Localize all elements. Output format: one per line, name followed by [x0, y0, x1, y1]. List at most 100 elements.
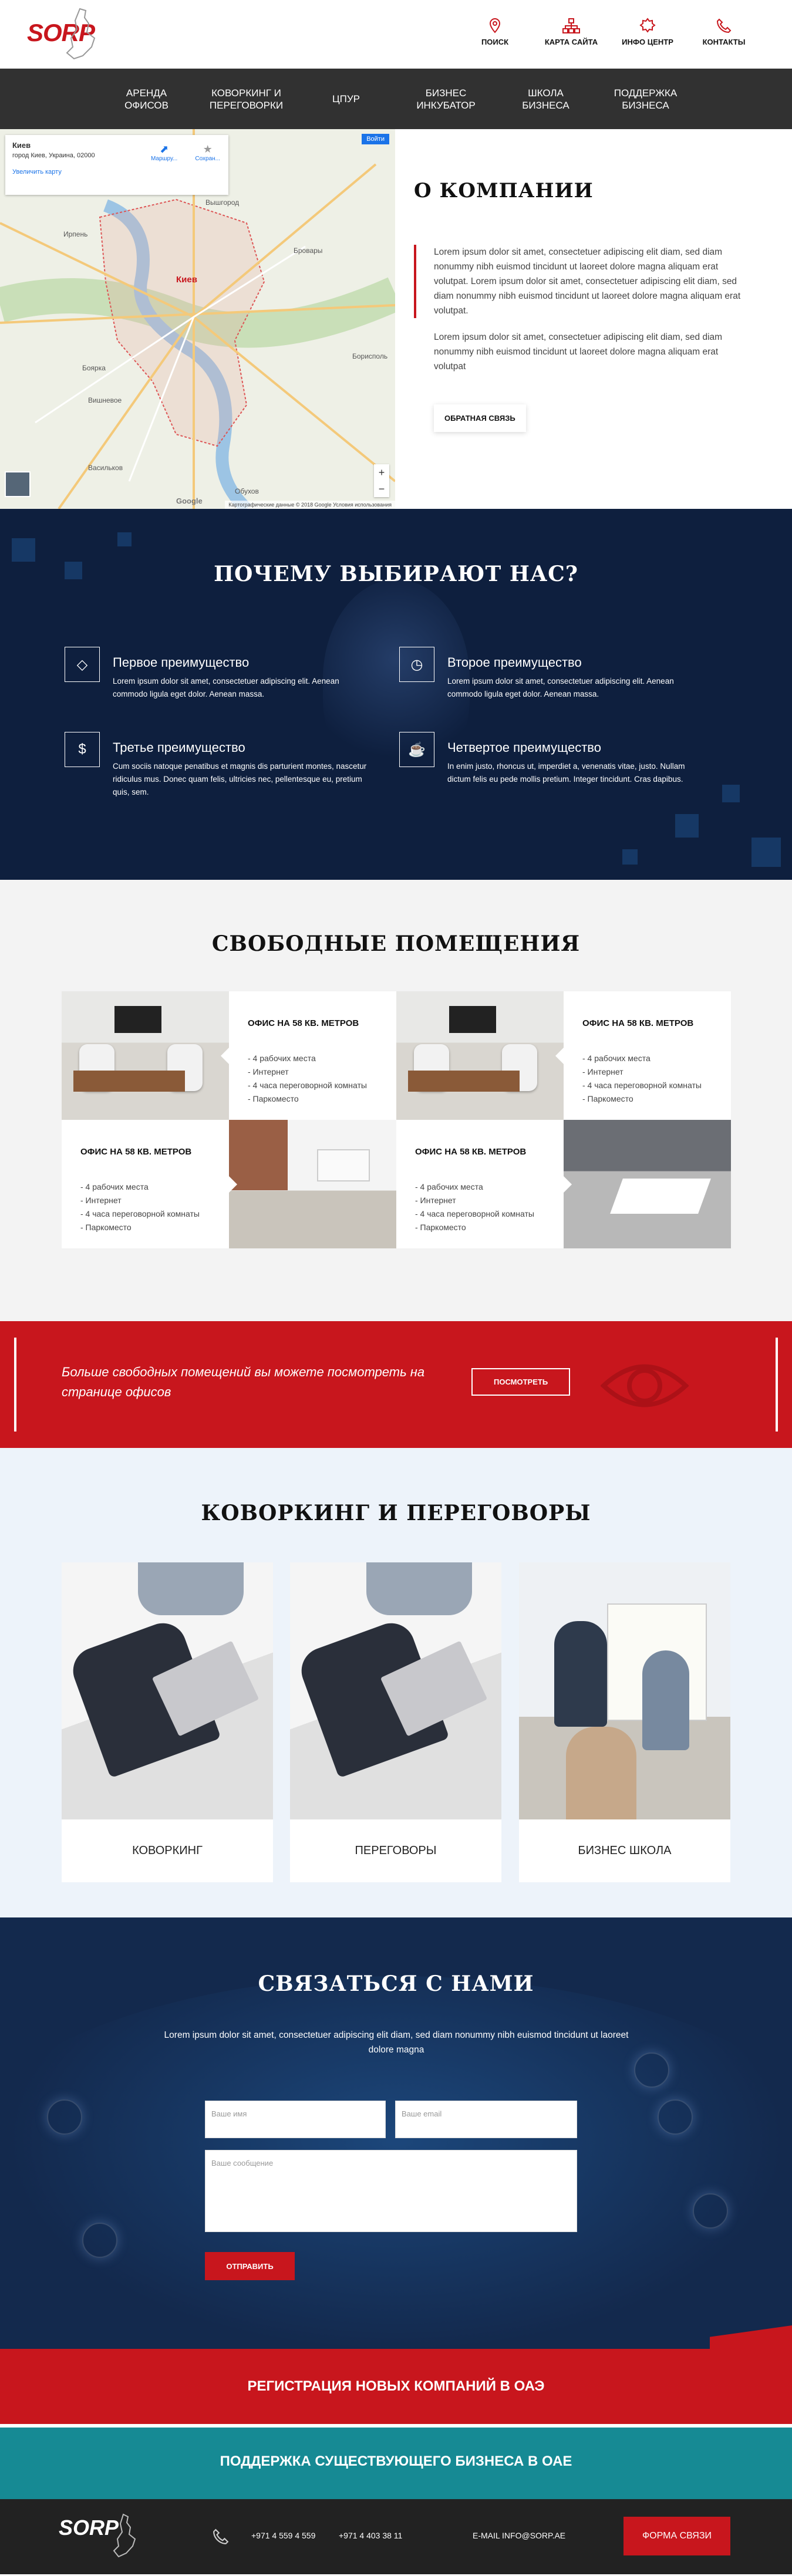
uae-business-support-band[interactable]: ПОДДЕРЖКА СУЩЕСТВУЮЩЕГО БИЗНЕСА В ОАЕ: [0, 2424, 792, 2499]
footer-email[interactable]: E-MAIL INFO@SORP.AE: [473, 2531, 565, 2540]
feature: - 4 часа переговорной комнаты: [80, 1209, 200, 1218]
negotiations-card-label: ПЕРЕГОВОРЫ: [355, 1844, 437, 1857]
desk-shape: [73, 1071, 185, 1092]
feature: - 4 часа переговорной комнаты: [582, 1081, 702, 1090]
map-town-label: Васильков: [88, 464, 123, 472]
site-header: SORP ПОИСК КАРТА САЙТА ИНФО ЦЕНТР КОНТАК…: [0, 0, 792, 69]
map-zoom-control[interactable]: + −: [374, 464, 389, 497]
google-map[interactable]: Киев город Киев, Украина, 02000 Увеличит…: [0, 129, 395, 509]
decor-square: [751, 838, 781, 867]
footer-logo[interactable]: SORP: [59, 2516, 119, 2540]
view-offices-button[interactable]: ПОСМОТРЕТЬ: [471, 1368, 571, 1396]
nav-info-label: ИНФО ЦЕНТР: [622, 38, 673, 46]
feature: - 4 часа переговорной комнаты: [415, 1209, 534, 1218]
map-place-address: город Киев, Украина, 02000: [12, 152, 95, 159]
nav-contacts[interactable]: КОНТАКТЫ: [697, 16, 751, 46]
map-satellite-toggle[interactable]: [5, 471, 31, 497]
person-shape: [642, 1650, 689, 1750]
nav-search-label: ПОИСК: [481, 38, 509, 46]
footer-phone-2[interactable]: +971 4 403 38 11: [339, 2531, 402, 2540]
name-input[interactable]: Ваше имя: [205, 2101, 386, 2138]
zoom-out-icon[interactable]: −: [374, 481, 389, 497]
feature: - Интернет: [248, 1067, 289, 1076]
office-photo[interactable]: [396, 991, 564, 1120]
feature: - 4 рабочих места: [248, 1054, 316, 1063]
office-card[interactable]: ОФИС НА 58 КВ. МЕТРОВ - 4 рабочих места …: [396, 1120, 564, 1248]
glow-dot: [658, 2099, 693, 2135]
map-signin-button[interactable]: Войти: [362, 134, 389, 144]
office-photo[interactable]: [564, 1120, 731, 1248]
coworking-photo: [62, 1562, 273, 1819]
site-logo[interactable]: SORP: [27, 6, 106, 62]
menu-item-office-rent[interactable]: АРЕНДА ОФИСОВ: [97, 69, 197, 129]
map-town-label: Бровары: [294, 247, 323, 255]
business-school-photo: [519, 1562, 730, 1819]
about-quote: Lorem ipsum dolor sit amet, consectetuer…: [414, 245, 743, 318]
office-features: - 4 рабочих места - Интернет - 4 часа пе…: [582, 1052, 731, 1106]
menu-item-cpur[interactable]: ЦПУР: [296, 69, 396, 129]
feature: - Паркоместо: [415, 1223, 466, 1232]
advantage-item: ◷ Второе преимущество Lorem ipsum dolor s…: [399, 647, 705, 701]
menu-item-business-incubator[interactable]: БИЗНЕС ИНКУБАТОР: [396, 69, 496, 129]
banner-divider: [14, 1338, 16, 1432]
about-paragraph: Lorem ipsum dolor sit amet, consectetuer…: [434, 332, 723, 372]
google-logo: Google: [176, 497, 203, 505]
nav-sitemap[interactable]: КАРТА САЙТА: [544, 16, 598, 46]
coffee-cup-icon: ☕: [399, 732, 434, 767]
footer-phone-1[interactable]: +971 4 559 4 559: [251, 2531, 315, 2540]
location-pin-icon: [484, 16, 505, 35]
decor-square: [675, 814, 699, 838]
message-textarea[interactable]: Ваше сообщение: [205, 2150, 577, 2232]
negotiations-card[interactable]: ПЕРЕГОВОРЫ: [290, 1562, 501, 1882]
whiteboard-shape: [317, 1149, 370, 1181]
coworking-card[interactable]: КОВОРКИНГ: [62, 1562, 273, 1882]
nav-contacts-label: КОНТАКТЫ: [702, 38, 746, 46]
feature: - 4 рабочих места: [582, 1054, 651, 1063]
map-save-button[interactable]: ★ Сохран...: [195, 143, 220, 162]
advantage-title: Четвертое преимущество: [447, 740, 601, 755]
office-features: - 4 рабочих места - Интернет - 4 часа пе…: [80, 1180, 229, 1234]
map-enlarge-link[interactable]: Увеличить карту: [12, 168, 221, 175]
office-card[interactable]: ОФИС НА 58 КВ. МЕТРОВ - 4 рабочих места …: [62, 1120, 229, 1248]
email-input[interactable]: Ваше email: [395, 2101, 577, 2138]
office-card[interactable]: ОФИС НА 58 КВ. МЕТРОВ - 4 рабочих места …: [555, 991, 731, 1120]
route-icon: ⬈: [160, 143, 169, 155]
map-city-label: Киев: [176, 275, 197, 285]
glow-dot: [693, 2193, 728, 2229]
office-card[interactable]: ОФИС НА 58 КВ. МЕТРОВ - 4 рабочих места …: [221, 991, 396, 1120]
menu-item-coworking[interactable]: КОВОРКИНГ И ПЕРЕГОВОРКИ: [197, 69, 296, 129]
decor-stripe: [710, 2325, 792, 2349]
diamond-icon: ◇: [65, 647, 100, 682]
map-route-button[interactable]: ⬈ Маршру...: [151, 143, 177, 162]
glow-dot: [82, 2223, 117, 2258]
why-us-section: ПОЧЕМУ ВЫБИРАЮТ НАС? ◇ Первое преимущест…: [0, 509, 792, 880]
business-school-card-label: БИЗНЕС ШКОЛА: [578, 1844, 672, 1857]
zoom-in-icon[interactable]: +: [374, 464, 389, 481]
free-title: СВОБОДНЫЕ ПОМЕЩЕНИЯ: [211, 931, 581, 956]
advantage-title: Второе преимущество: [447, 655, 582, 670]
banner-text: Больше свободных помещений вы можете пос…: [62, 1365, 425, 1399]
person-shape: [366, 1562, 472, 1615]
feature: - Паркоместо: [80, 1223, 132, 1232]
person-shape: [566, 1727, 636, 1819]
coworking-card-label: КОВОРКИНГ: [132, 1844, 203, 1857]
info-badge-icon: [637, 16, 658, 35]
nav-info[interactable]: ИНФО ЦЕНТР: [621, 16, 675, 46]
send-button[interactable]: ОТПРАВИТЬ: [205, 2252, 295, 2280]
menu-item-business-support[interactable]: ПОДДЕРЖКА БИЗНЕСА: [596, 69, 696, 129]
map-town-label: Борисполь: [352, 352, 388, 360]
feedback-button[interactable]: ОБРАТНАЯ СВЯЗЬ: [434, 404, 526, 432]
phone-icon: [213, 2528, 229, 2544]
uae-registration-band[interactable]: РЕГИСТРАЦИЯ НОВЫХ КОМПАНИЙ В ОАЭ: [0, 2349, 792, 2424]
decor-square: [622, 849, 638, 865]
person-shape: [554, 1621, 607, 1727]
eye-icon: [601, 1364, 689, 1407]
office-photo[interactable]: [229, 1120, 396, 1248]
decor-square: [12, 538, 35, 562]
nav-search[interactable]: ПОИСК: [468, 16, 522, 46]
contact-form-button[interactable]: ФОРМА СВЯЗИ: [624, 2517, 730, 2555]
business-school-card[interactable]: БИЗНЕС ШКОЛА: [519, 1562, 730, 1882]
decor-square: [117, 532, 132, 546]
menu-item-business-school[interactable]: ШКОЛА БИЗНЕСА: [496, 69, 596, 129]
office-photo[interactable]: [62, 991, 229, 1120]
